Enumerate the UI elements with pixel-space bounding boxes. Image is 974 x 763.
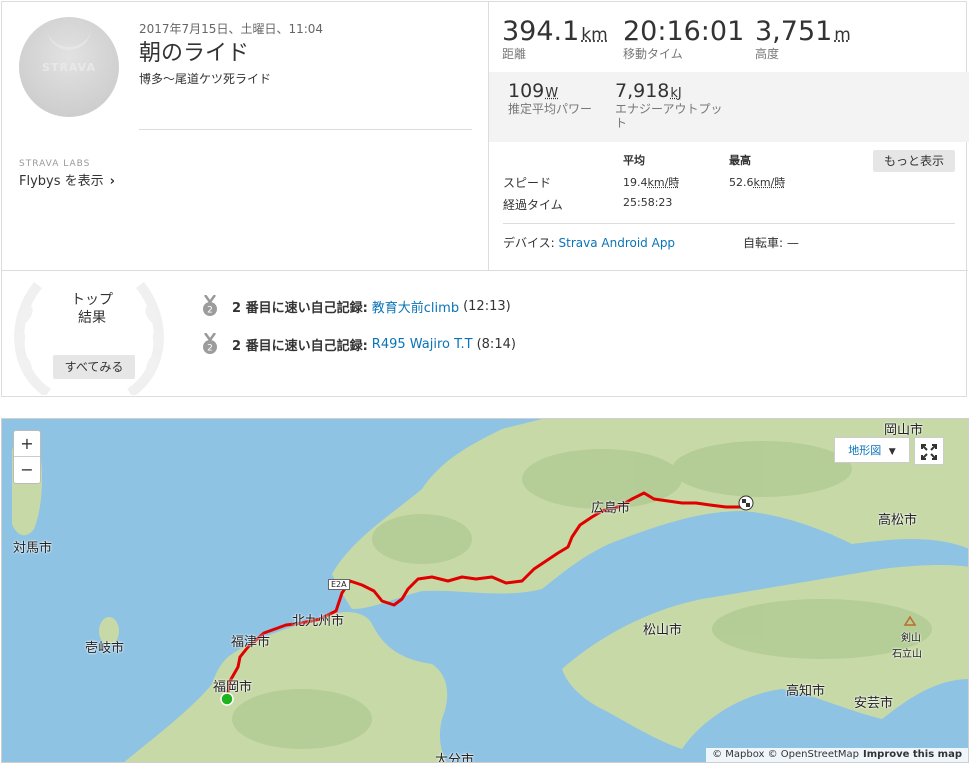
map-label-tsushima: 対馬市 [13,541,53,556]
speed-avg-value: 19.4 [623,176,648,189]
map-label-fukuoka: 福岡市 [213,680,253,695]
speed-avg-unit: km/時 [647,176,680,189]
avatar[interactable]: STRAVA [19,17,119,117]
speed-avg: 19.4km/時 [623,174,679,190]
route-map[interactable]: 対馬市 壱岐市 福津市 福岡市 北九州市 広島市 松山市 高松市 高知市 安芸市… [1,418,969,763]
speed-max: 52.6km/時 [729,174,785,190]
elapsed-value: 25:58:23 [623,196,673,209]
top-results-title-line2: 結果 [78,310,106,326]
speed-max-unit: km/時 [753,176,786,189]
map-attribution: © Mapbox © OpenStreetMap Improve this map [706,748,968,762]
medal-icon: 2 [203,295,217,316]
attribution-text: © Mapbox © OpenStreetMap [712,749,860,760]
achievement-prefix: 2 番目に速い自己記録: [232,300,368,316]
energy-value: 7,918 [615,80,670,102]
secondary-stats: 109W 推定平均パワー 7,918kJ エナジーアウトプット [489,72,969,142]
distance-label: 距離 [502,47,527,61]
medal-icon: 2 [203,333,217,354]
elevation-unit: m [834,25,851,45]
activity-title: 朝のライド [139,41,250,66]
elapsed-label: 経過タイム [503,198,563,212]
divider [139,129,472,130]
highway-shield-e2a: E2A [328,579,350,590]
map-label-kitakyushu: 北九州市 [292,614,345,629]
map-canvas[interactable] [2,419,969,763]
achievement-prefix: 2 番目に速い自己記録: [232,338,368,354]
strava-labs-label: STRAVA LABS [19,159,91,169]
stat-moving-time: 20:16:01 移動タイム [623,16,744,62]
stat-elevation: 3,751 m 高度 [755,16,851,62]
fullscreen-icon [921,443,937,460]
avg-header: 平均 [623,154,645,167]
achievement-time: (12:13) [463,298,511,314]
power-value: 109 [508,80,545,102]
stat-power: 109W 推定平均パワー [508,80,618,116]
segment-link[interactable]: 教育大前climb [372,297,459,316]
map-label-kochi: 高知市 [786,684,826,699]
chevron-right-icon: › [109,174,115,189]
zoom-out-button[interactable]: − [14,457,40,482]
flybys-link[interactable]: Flybys を表示 › [19,170,115,189]
svg-text:2: 2 [207,344,213,354]
energy-label: エナジーアウトプット [615,102,723,130]
avatar-logo: STRAVA [42,61,96,74]
stat-energy: 7,918kJ エナジーアウトプット [615,80,725,130]
stat-distance: 394.1 km 距離 [502,16,608,62]
top-results-section: トップ 結果 すべてみる 2 2 番目に速い自己記録: 教育大前climb (1… [2,270,968,399]
stats-panel: 394.1 km 距離 20:16:01 移動タイム 3,751 m 高度 109W… [488,2,969,270]
flybys-label: Flybys を表示 [19,174,104,189]
svg-text:2: 2 [207,306,213,316]
map-label-takamatsu: 高松市 [878,513,918,528]
map-label-fukutsu: 福津市 [231,635,271,650]
map-label-ishiyama: 石立山 [892,649,922,660]
device-link[interactable]: Strava Android App [559,236,676,250]
avatar-shirt-collar [47,25,91,50]
map-label-hiroshima: 広島市 [591,501,631,516]
distance-value: 394.1 [502,16,580,47]
energy-unit: kJ [670,86,682,101]
power-label: 推定平均パワー [508,102,593,116]
top-results-title-line1: トップ [71,292,113,308]
map-label-matsuyama: 松山市 [643,623,683,638]
see-all-button[interactable]: すべてみる [53,355,135,379]
speed-label: スピード [503,176,552,190]
map-label-oita: 大分市 [435,753,475,763]
distance-unit: km [581,25,608,45]
bike-info: 自転車: — [743,234,799,251]
elevation-value: 3,751 [755,16,833,47]
elevation-label: 高度 [755,47,780,61]
top-results-title: トップ 結果 [42,291,142,327]
power-unit: W [545,86,559,101]
zoom-control: + − [13,430,41,484]
max-header: 最高 [729,154,751,167]
moving-time-label: 移動タイム [623,47,683,61]
finish-flag-icon [738,495,754,511]
divider [503,223,955,224]
bike-value: — [786,236,799,250]
bike-label: 自転車: [743,236,784,250]
map-label-aki: 安芸市 [854,696,894,711]
show-more-button[interactable]: もっと表示 [873,150,955,172]
map-type-label: 地形図 [848,444,882,457]
activity-description: 博多〜尾道ケツ死ライド [139,72,272,86]
activity-card: STRAVA 2017年7月15日、土曜日、11:04 朝のライド 博多〜尾道ケ… [1,1,969,399]
map-label-okayama: 岡山市 [884,423,924,438]
caret-down-icon: ▼ [888,447,896,457]
device-info: デバイス: Strava Android App [503,234,675,251]
improve-map-link[interactable]: Improve this map [863,749,962,760]
map-label-iki: 壱岐市 [85,641,125,656]
device-label: デバイス: [503,236,555,250]
segment-link[interactable]: R495 Wajiro T.T [372,337,473,352]
fullscreen-button[interactable] [914,437,944,465]
achievement-time: (8:14) [476,336,516,352]
moving-time-value: 20:16:01 [623,16,745,47]
map-label-tsurugi: 剣山 [901,633,921,644]
achievement-item: 2 2 番目に速い自己記録: R495 Wajiro T.T (8:14) [202,333,516,355]
map-type-dropdown[interactable]: 地形図 ▼ [834,437,910,463]
achievement-item: 2 2 番目に速い自己記録: 教育大前climb (12:13) [202,295,511,317]
zoom-in-button[interactable]: + [14,431,40,456]
speed-max-value: 52.6 [729,176,754,189]
activity-header: STRAVA 2017年7月15日、土曜日、11:04 朝のライド 博多〜尾道ケ… [2,2,488,270]
